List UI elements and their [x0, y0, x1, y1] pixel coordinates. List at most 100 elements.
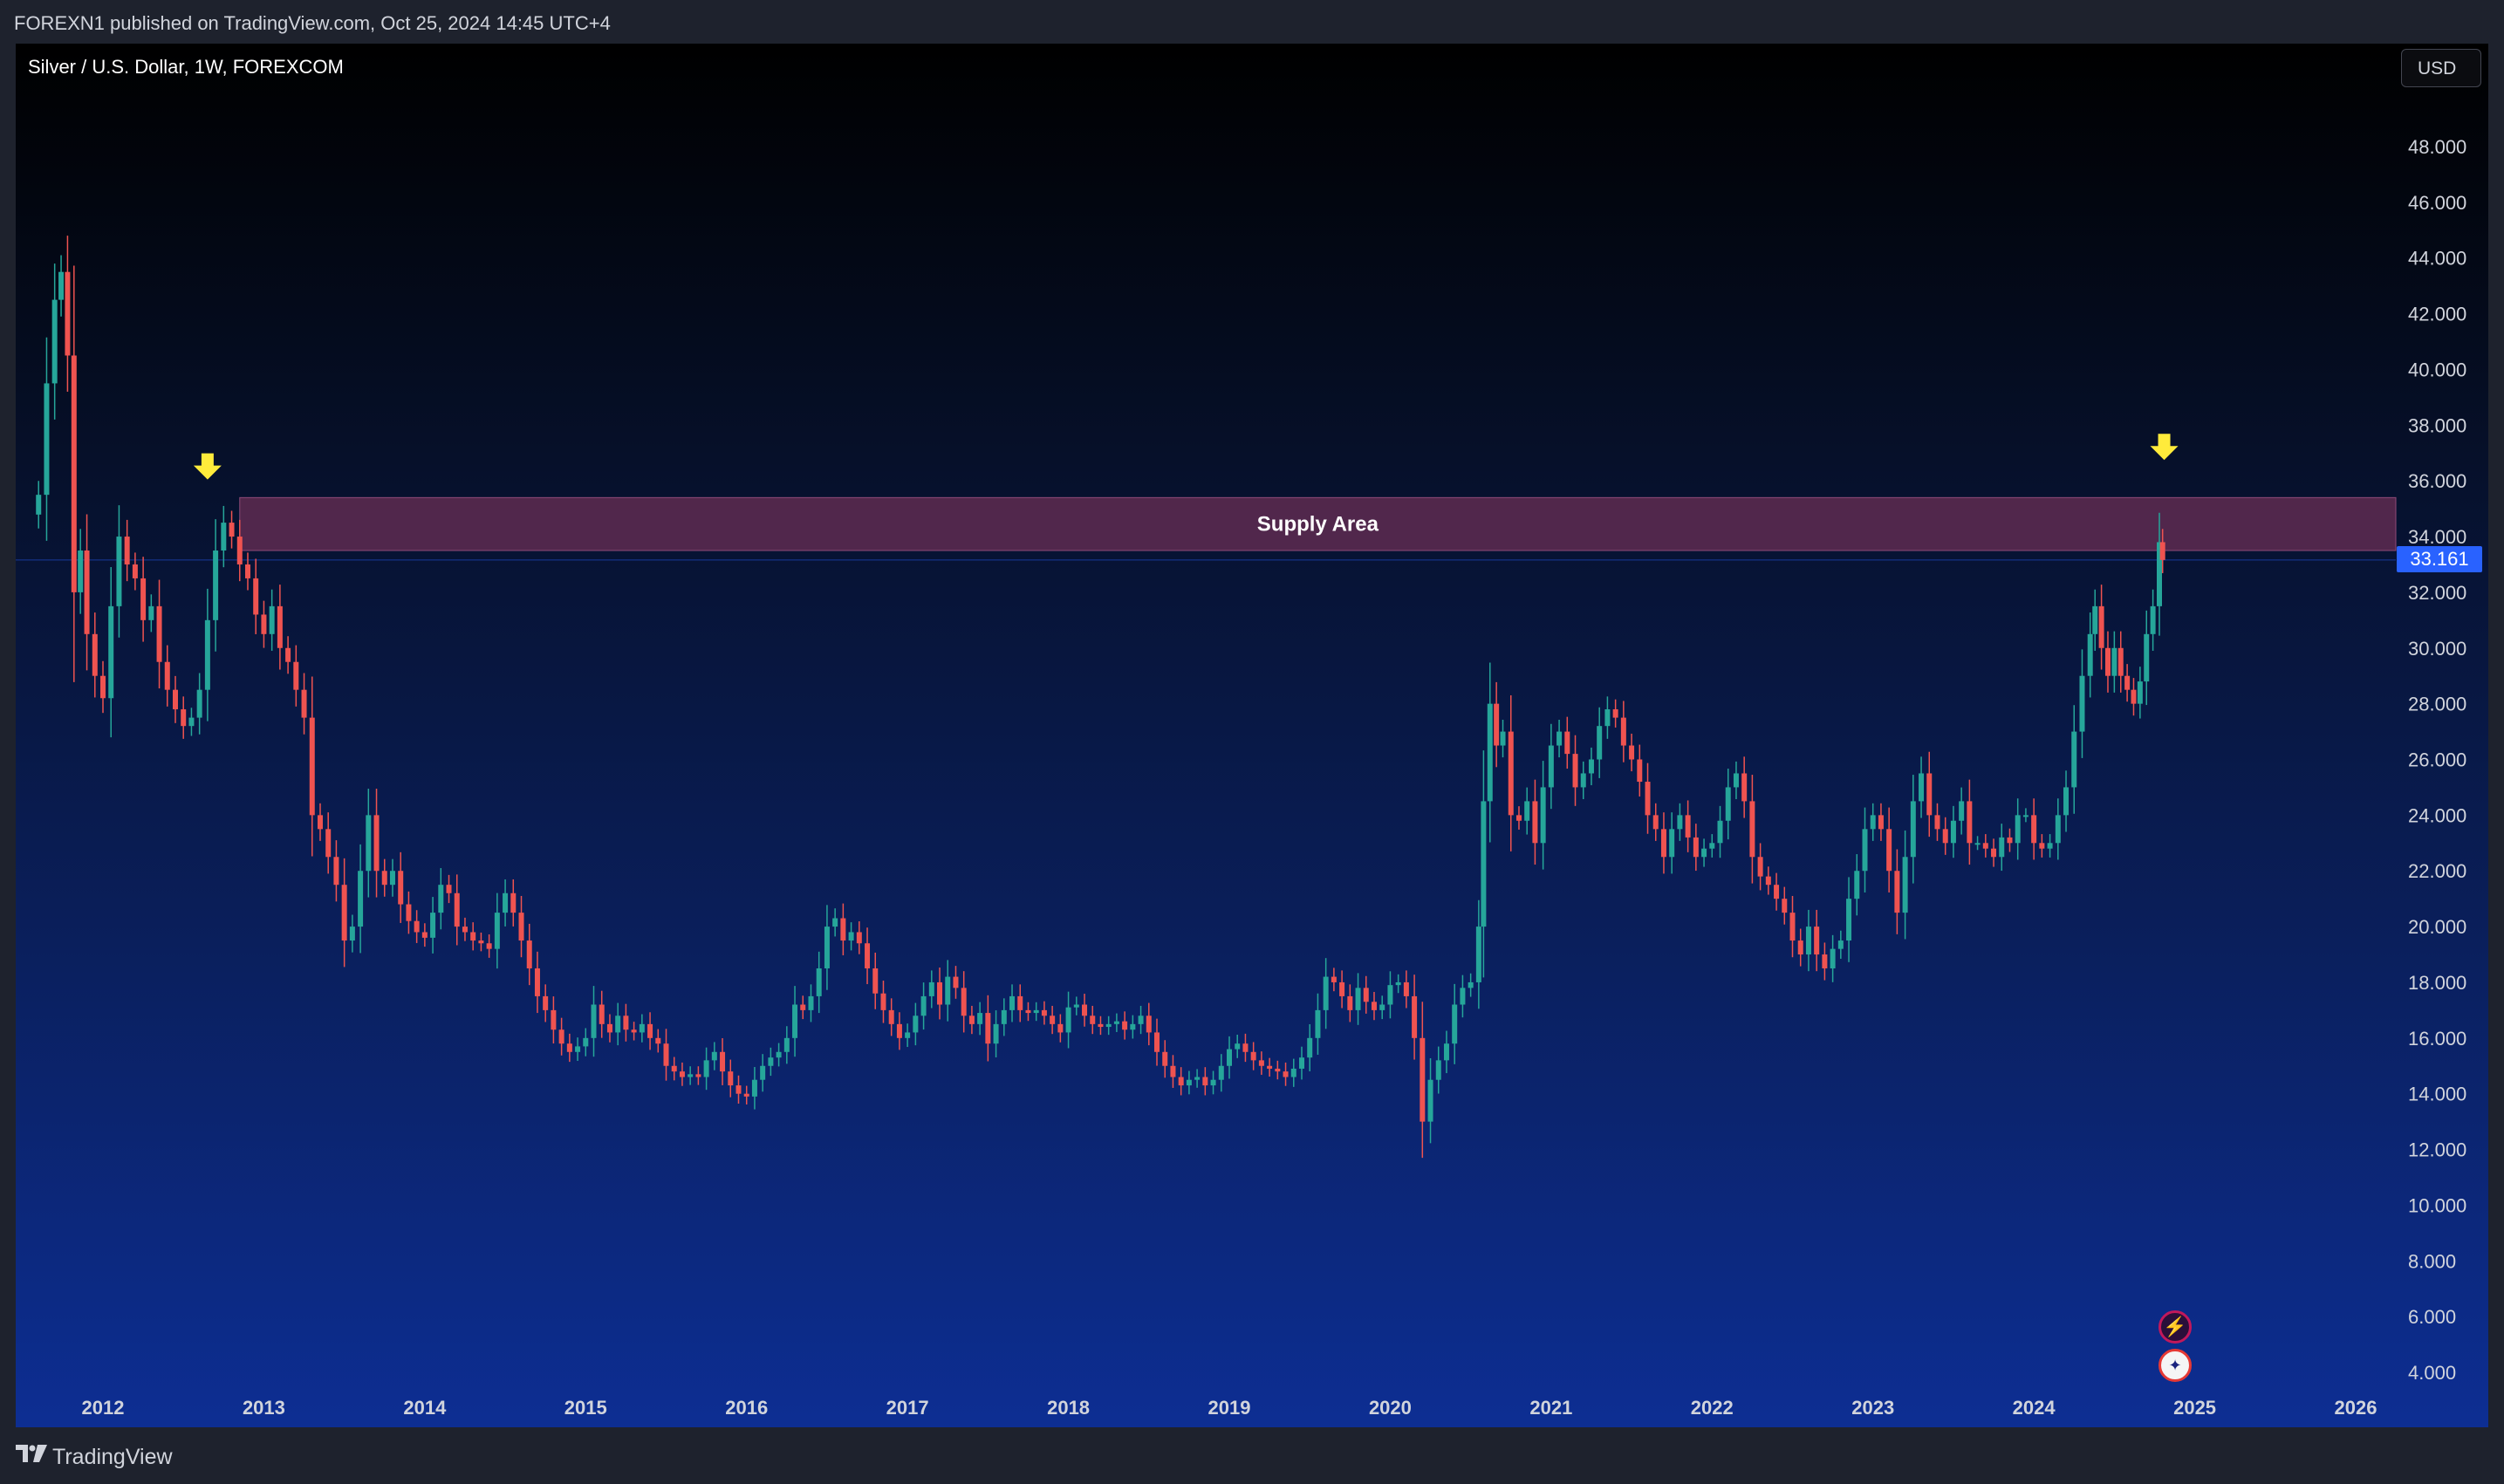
- x-tick-label: 2012: [82, 1397, 125, 1419]
- candle-body: [606, 1023, 612, 1033]
- candle-body: [1105, 1023, 1112, 1028]
- candle-body: [478, 940, 484, 944]
- y-tick-label: 46.000: [2408, 192, 2466, 214]
- candle-body: [244, 564, 250, 578]
- x-tick-label: 2019: [1208, 1397, 1251, 1419]
- candle-body: [808, 995, 814, 1010]
- currency-button[interactable]: USD: [2401, 49, 2481, 87]
- candle-body: [768, 1057, 774, 1066]
- y-tick-label: 24.000: [2408, 804, 2466, 826]
- candle-body: [301, 689, 307, 718]
- y-tick-label: 16.000: [2408, 1028, 2466, 1050]
- footer: TradingView: [0, 1427, 2504, 1484]
- candle-body: [518, 913, 524, 941]
- candle-body: [2022, 815, 2029, 817]
- candle-body: [1487, 703, 1493, 802]
- tradingview-brand-text[interactable]: TradingView: [52, 1445, 173, 1470]
- candle-body: [462, 927, 468, 933]
- candle-body: [36, 495, 42, 515]
- candle-body: [1620, 717, 1626, 746]
- candle-body: [1564, 731, 1570, 755]
- candle-body: [309, 717, 315, 816]
- candle-body: [888, 1009, 894, 1024]
- candle-body: [968, 1016, 975, 1024]
- candle-body: [1999, 837, 2005, 858]
- candle-body: [438, 885, 444, 913]
- candle-body: [1065, 1007, 1071, 1033]
- candle-body: [181, 709, 187, 727]
- candle-body: [1725, 787, 1731, 821]
- candle-body: [148, 605, 154, 620]
- candle-body: [543, 995, 549, 1010]
- y-tick-label: 22.000: [2408, 860, 2466, 882]
- candle-body: [1572, 754, 1578, 788]
- candle-body: [1250, 1051, 1256, 1061]
- candle-body: [1797, 940, 1803, 955]
- candle-body: [269, 605, 275, 634]
- candle-body: [735, 1085, 742, 1094]
- candle-body: [349, 927, 355, 941]
- candle-body: [1412, 995, 1418, 1038]
- candle-body: [1170, 1065, 1176, 1077]
- candle-body: [1323, 976, 1329, 1010]
- candle-body: [1774, 885, 1780, 899]
- candle-body: [720, 1051, 726, 1072]
- candle-body: [2131, 689, 2137, 704]
- candle-body: [977, 1013, 983, 1024]
- y-tick-label: 8.000: [2408, 1250, 2456, 1272]
- candle-body: [1452, 1004, 1458, 1044]
- x-tick-label: 2024: [2013, 1397, 2056, 1419]
- price-chart[interactable]: Supply Area 48.000 46.000 44.000 42.000 40.0…: [16, 44, 2488, 1427]
- candle-body: [341, 885, 347, 941]
- candle-body: [1540, 787, 1546, 844]
- candle-body: [470, 932, 476, 941]
- candle-body: [1660, 829, 1666, 858]
- candle-body: [446, 885, 452, 893]
- candle-body: [1202, 1077, 1208, 1086]
- candle-body: [880, 993, 886, 1010]
- us-flag-icon[interactable]: ✦: [2159, 1349, 2192, 1382]
- candle-body: [2047, 843, 2053, 849]
- down-arrow-icon: [2150, 434, 2179, 461]
- candle-body: [1098, 1023, 1104, 1028]
- candle-body: [140, 578, 147, 620]
- symbol-title: Silver / U.S. Dollar, 1W, FOREXCOM: [28, 56, 344, 78]
- candle-body: [156, 605, 162, 662]
- last-price-label: 33.161: [2397, 546, 2482, 572]
- tradingview-logo-icon[interactable]: [14, 1443, 49, 1464]
- candle-body: [1290, 1068, 1296, 1077]
- candle-body: [1580, 773, 1586, 788]
- candle-body: [615, 1016, 621, 1033]
- candle-body: [1315, 1009, 1321, 1038]
- candle-body: [398, 871, 404, 905]
- candle-body: [937, 981, 943, 1005]
- candle-body: [2092, 605, 2098, 634]
- candle-body: [358, 871, 364, 927]
- candle-body: [1645, 782, 1651, 816]
- candle-body: [872, 968, 879, 994]
- candle-body: [1974, 843, 1981, 845]
- candle-body: [71, 355, 77, 592]
- candle-body: [2144, 633, 2150, 682]
- chart-panel[interactable]: Supply Area 48.000 46.000 44.000 42.000 40.0…: [16, 44, 2488, 1427]
- candle-body: [1942, 829, 1948, 844]
- x-tick-label: 2017: [886, 1397, 929, 1419]
- candle-body: [534, 968, 540, 996]
- candle-body: [840, 918, 846, 941]
- candle-body: [421, 932, 428, 938]
- candle-body: [1481, 801, 1487, 927]
- candle-body: [776, 1051, 782, 1058]
- candle-body: [824, 927, 830, 968]
- candle-body: [78, 551, 84, 592]
- candle-body: [1878, 815, 1884, 830]
- candle-body: [2031, 815, 2037, 844]
- candle-body: [1991, 848, 1997, 858]
- x-tick-label: 2026: [2335, 1397, 2377, 1419]
- candle-body: [1122, 1021, 1128, 1030]
- candle-body: [1789, 913, 1796, 941]
- candle-body: [703, 1060, 709, 1077]
- candle-body: [1950, 820, 1956, 844]
- candle-body: [1475, 927, 1481, 982]
- lightning-icon[interactable]: ⚡: [2159, 1310, 2192, 1344]
- candle-body: [333, 857, 339, 886]
